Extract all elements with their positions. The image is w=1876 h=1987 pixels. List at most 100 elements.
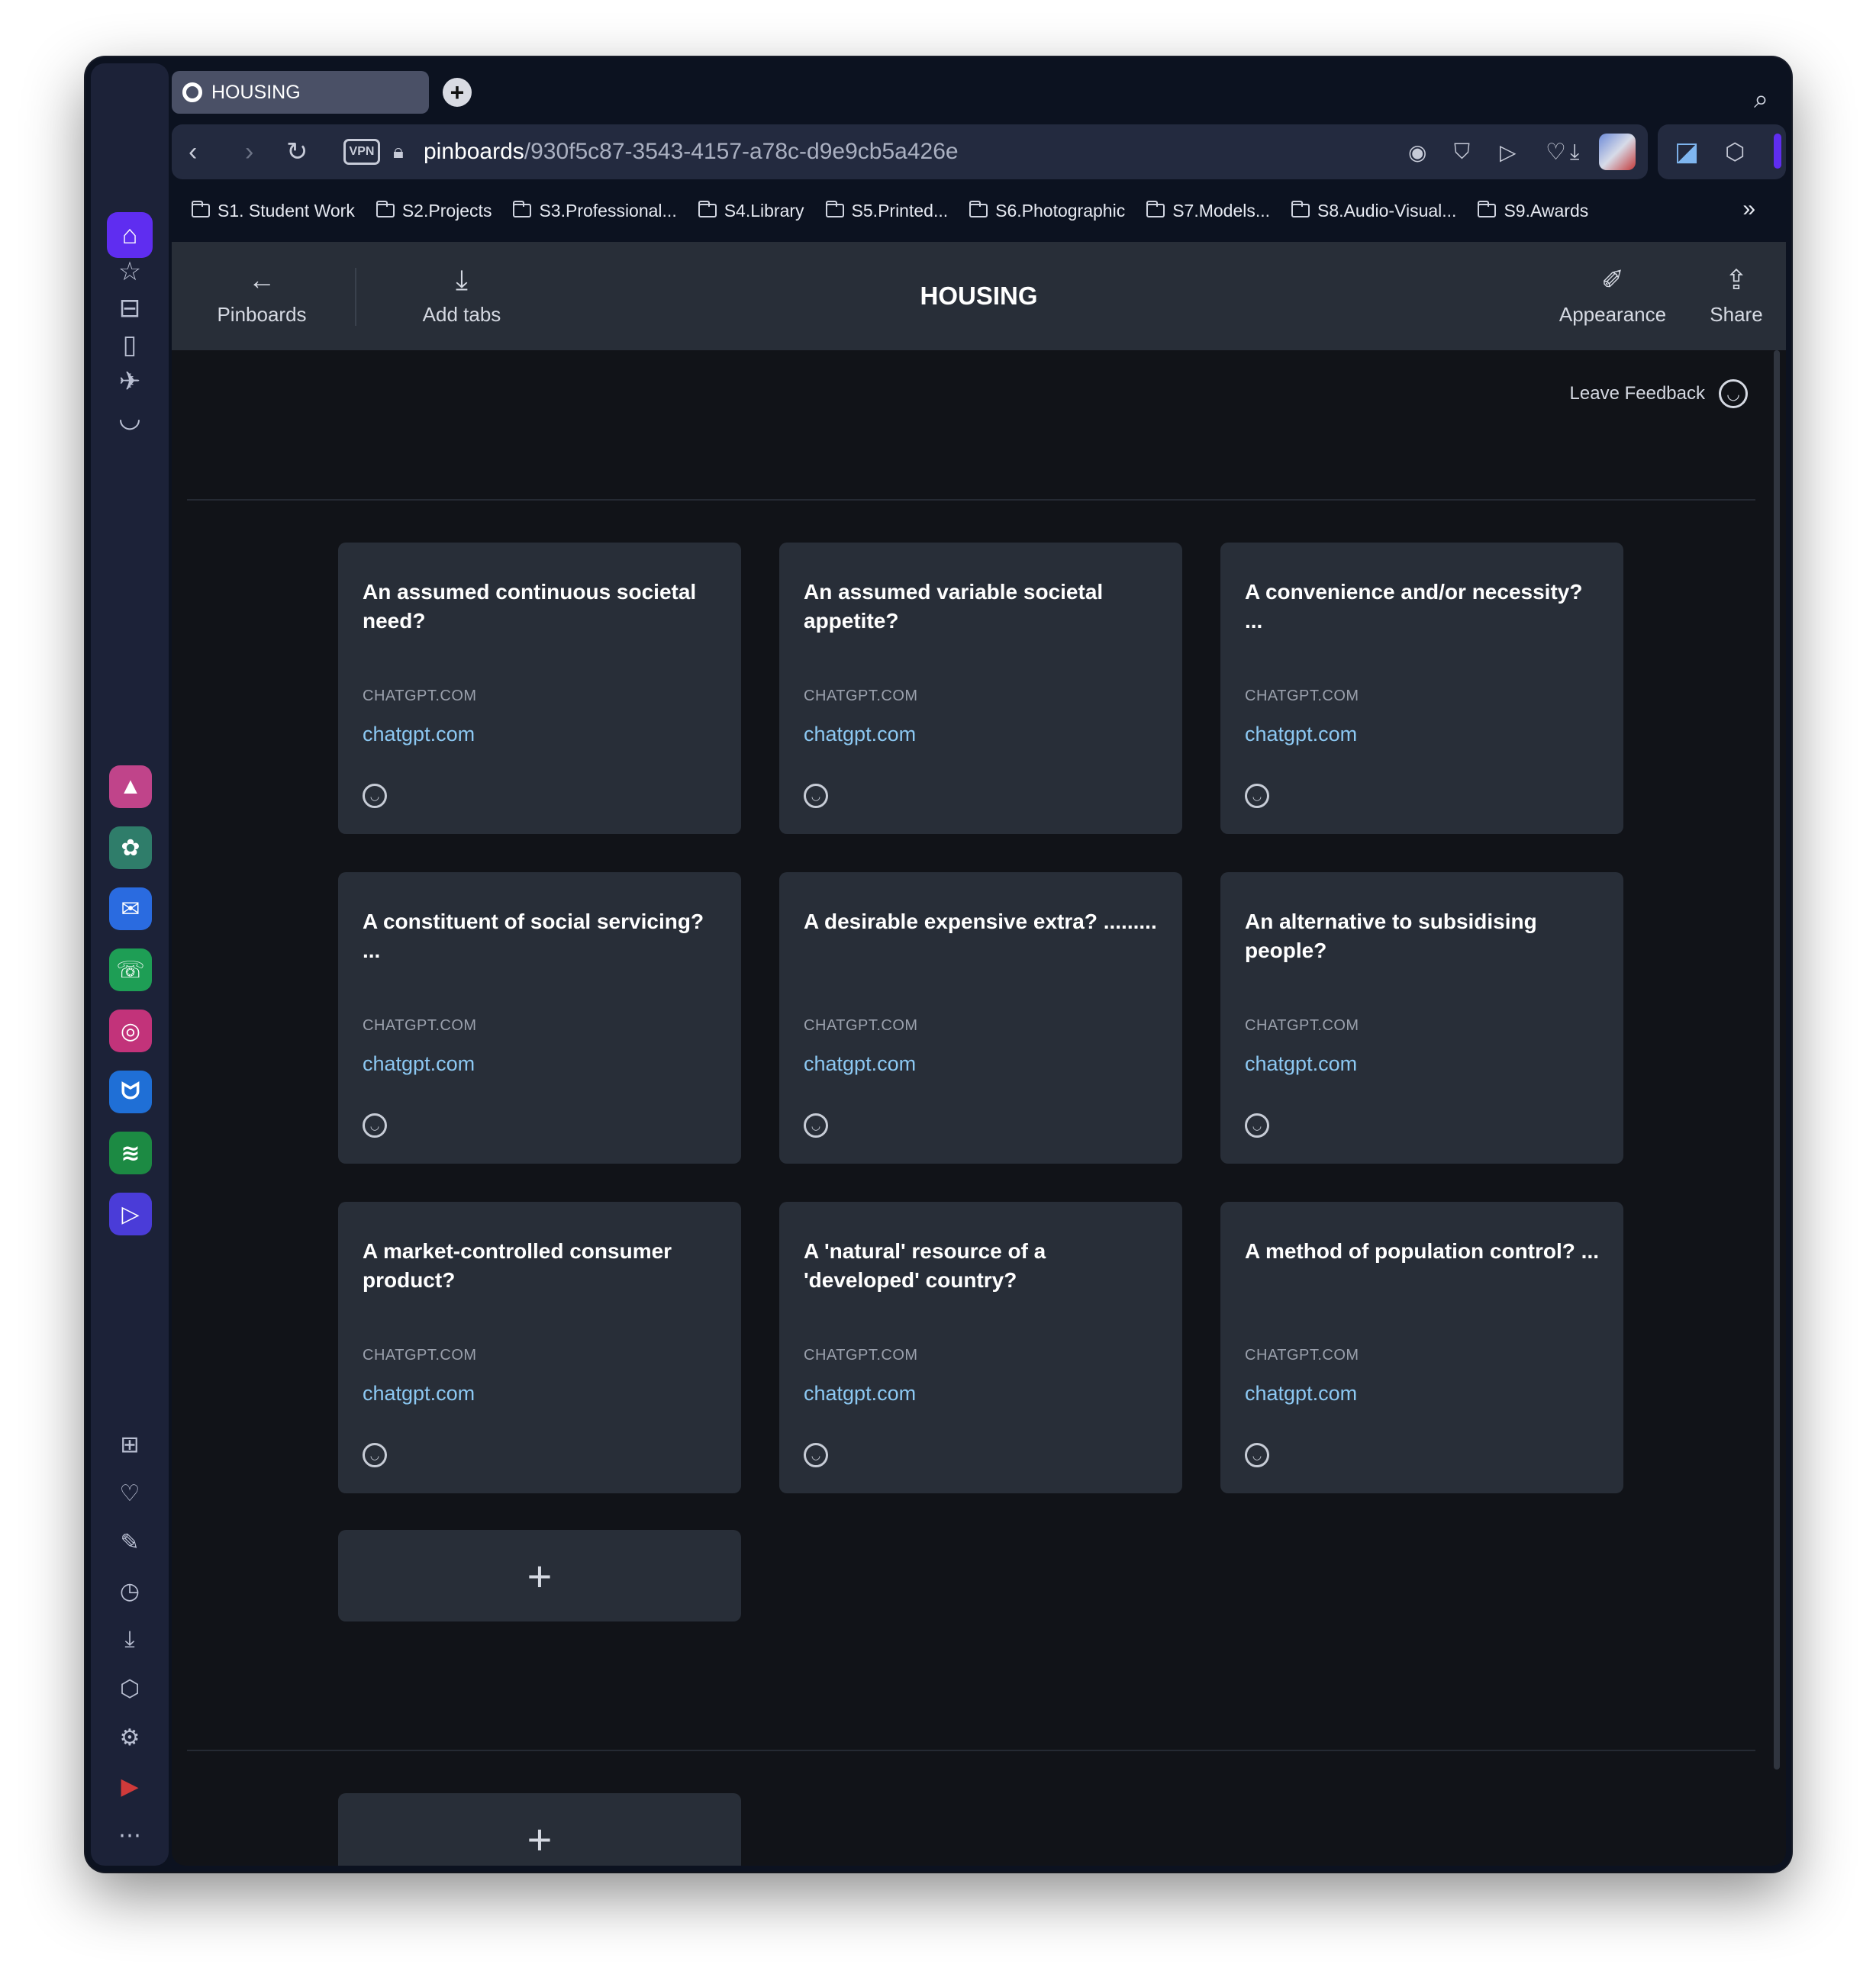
add-reaction-icon[interactable]: ◡ <box>804 784 828 808</box>
add-reaction-icon[interactable]: ◡ <box>804 1443 828 1467</box>
paintbrush-icon: ✐ <box>1600 263 1625 295</box>
back-icon[interactable]: ‹ <box>189 124 197 179</box>
vpn-badge[interactable]: VPN <box>343 139 380 165</box>
chatgpt-app-icon[interactable]: ✿ <box>109 826 152 869</box>
heart-icon[interactable]: ♡ <box>111 1474 149 1512</box>
instagram-app-icon[interactable]: ◎ <box>109 1010 152 1052</box>
pin-card[interactable]: An assumed variable societal appetite? CH… <box>779 543 1182 834</box>
appearance-button[interactable]: ✐ Appearance <box>1546 242 1680 350</box>
download-icon[interactable]: ⤓ <box>111 1621 149 1659</box>
add-reaction-icon[interactable]: ◡ <box>363 1113 387 1138</box>
add-reaction-icon[interactable]: ◡ <box>1245 1113 1269 1138</box>
pin-icon[interactable]: ✎ <box>111 1523 149 1561</box>
add-card-button[interactable]: + <box>338 1530 741 1621</box>
pin-card[interactable]: A convenience and/or necessity? ... CHATG… <box>1220 543 1623 834</box>
leave-feedback-button[interactable]: Leave Feedback ◡ <box>1570 379 1748 408</box>
more-bookmarks-icon[interactable]: » <box>1742 196 1755 222</box>
download-icon-bar[interactable]: ⤓ <box>1570 124 1579 179</box>
scrollbar[interactable] <box>1774 350 1780 1770</box>
appearance-label: Appearance <box>1558 302 1667 326</box>
pin-card[interactable]: A 'natural' resource of a 'developed' co… <box>779 1202 1182 1493</box>
add-reaction-icon[interactable]: ◡ <box>804 1113 828 1138</box>
folder-icon <box>969 201 988 217</box>
share-button[interactable]: ⇪ Share <box>1691 242 1782 350</box>
card-link[interactable]: chatgpt.com <box>363 723 475 746</box>
url-field[interactable]: pinboards/930f5c87-3543-4157-a78c-d9e9cb… <box>424 124 959 179</box>
sidebar-toggle[interactable] <box>1774 134 1781 169</box>
clock-icon[interactable]: ◷ <box>111 1572 149 1610</box>
card-domain: CHATGPT.COM <box>804 1017 918 1034</box>
bluesky-app-icon[interactable]: ᗢ <box>109 1071 152 1113</box>
bookmark-folder[interactable]: S3.Professional... <box>513 201 677 221</box>
url-path: /930f5c87-3543-4157-a78c-d9e9cb5a426e <box>524 139 959 164</box>
pinboard-content: ← Pinboards ⤓ Add tabs HOUSING ✐ Appeara… <box>172 242 1786 1866</box>
bookmark-label: S2.Projects <box>401 200 492 221</box>
feedback-label: Leave Feedback <box>1569 383 1705 404</box>
card-link[interactable]: chatgpt.com <box>363 1382 475 1406</box>
bookmark-folder[interactable]: S9.Awards <box>1478 201 1588 221</box>
pin-card[interactable]: An assumed continuous societal need? CHAT… <box>338 543 741 834</box>
send-icon[interactable]: ▷ <box>1500 124 1517 179</box>
food-bowl-icon[interactable]: ◡ <box>107 395 153 441</box>
pin-card[interactable]: A constituent of social servicing? ... CH… <box>338 872 741 1164</box>
card-link[interactable]: chatgpt.com <box>804 1382 916 1406</box>
card-link[interactable]: chatgpt.com <box>804 723 916 746</box>
add-section-button[interactable]: + <box>338 1793 741 1866</box>
card-link[interactable]: chatgpt.com <box>1245 1052 1357 1076</box>
card-link[interactable]: chatgpt.com <box>1245 1382 1357 1406</box>
bookmark-folder[interactable]: S6.Photographic <box>969 201 1125 221</box>
reload-icon[interactable]: ↻ <box>286 124 308 179</box>
forward-icon[interactable]: › <box>245 124 253 179</box>
pin-card[interactable]: A desirable expensive extra? ......... CH… <box>779 872 1182 1164</box>
folder-icon <box>825 201 844 217</box>
spotify-app-icon[interactable]: ≋ <box>109 1132 152 1174</box>
video-player-icon[interactable]: ▶ <box>111 1767 149 1805</box>
pin-card[interactable]: A market-controlled consumer product? CHA… <box>338 1202 741 1493</box>
tab-housing[interactable]: HOUSING <box>172 71 429 114</box>
cube-icon[interactable]: ⬡ <box>111 1670 149 1708</box>
add-reaction-icon[interactable]: ◡ <box>1245 784 1269 808</box>
extensions-bar: ◪ ⬡ <box>1658 124 1786 179</box>
add-reaction-icon[interactable]: ◡ <box>1245 1443 1269 1467</box>
card-domain: CHATGPT.COM <box>1245 1347 1359 1364</box>
bookmark-folder[interactable]: S1. Student Work <box>192 201 355 221</box>
add-reaction-icon[interactable]: ◡ <box>363 784 387 808</box>
whatsapp-app-icon[interactable]: ☏ <box>109 948 152 991</box>
card-title: A market-controlled consumer product? <box>363 1239 672 1292</box>
bookmark-folder[interactable]: S7.Models... <box>1146 201 1270 221</box>
aria-app-icon[interactable]: ▲ <box>109 765 152 808</box>
card-domain: CHATGPT.COM <box>804 1347 918 1364</box>
messenger-app-icon[interactable]: ✉ <box>109 887 152 930</box>
heart-outline-icon[interactable]: ♡ <box>1546 124 1566 179</box>
card-title: An assumed variable societal appetite? <box>804 580 1104 633</box>
opera-logo-icon <box>182 82 202 102</box>
search-icon[interactable]: ⌕ <box>1754 85 1768 114</box>
cube-outline-icon[interactable]: ⬡ <box>1725 124 1745 179</box>
bookmark-folder[interactable]: S5.Printed... <box>825 201 948 221</box>
grid-icon[interactable]: ⊞ <box>111 1425 149 1464</box>
player-app-icon[interactable]: ▷ <box>109 1193 152 1235</box>
pin-card[interactable]: An alternative to subsidising people? CHA… <box>1220 872 1623 1164</box>
pin-card[interactable]: A method of population control? ... CHATG… <box>1220 1202 1623 1493</box>
extension-icon[interactable]: ◪ <box>1675 124 1699 179</box>
folder-icon <box>1478 201 1497 217</box>
address-bar: ‹ › ↻ VPN 🔒︎ pinboards/930f5c87-3543-415… <box>172 124 1648 179</box>
avatar[interactable] <box>1599 134 1636 170</box>
card-link[interactable]: chatgpt.com <box>1245 723 1357 746</box>
bookmark-folder[interactable]: S2.Projects <box>376 201 492 221</box>
card-domain: CHATGPT.COM <box>1245 688 1359 704</box>
add-reaction-icon[interactable]: ◡ <box>363 1443 387 1467</box>
more-icon[interactable]: ⋯ <box>111 1816 149 1854</box>
card-link[interactable]: chatgpt.com <box>804 1052 916 1076</box>
bookmark-folder[interactable]: S4.Library <box>698 201 804 221</box>
card-domain: CHATGPT.COM <box>363 688 477 704</box>
top-divider <box>187 499 1755 501</box>
sidebar: ⌂ ☆ ⊟ ▯ ✈ ◡ ▲ ✿ ✉ ☏ ◎ ᗢ ≋ ▷ ⊞ ♡ ✎ ◷ ⤓ ⬡ … <box>91 63 169 1866</box>
bookmark-folder[interactable]: S8.Audio-Visual... <box>1291 201 1456 221</box>
card-link[interactable]: chatgpt.com <box>363 1052 475 1076</box>
card-title: A 'natural' resource of a 'developed' co… <box>804 1239 1046 1292</box>
shield-icon[interactable]: ⛉ <box>1454 124 1470 179</box>
settings-icon[interactable]: ⚙ <box>111 1718 149 1757</box>
camera-icon[interactable]: ◉ <box>1408 124 1426 179</box>
new-tab-button[interactable]: + <box>443 78 472 107</box>
